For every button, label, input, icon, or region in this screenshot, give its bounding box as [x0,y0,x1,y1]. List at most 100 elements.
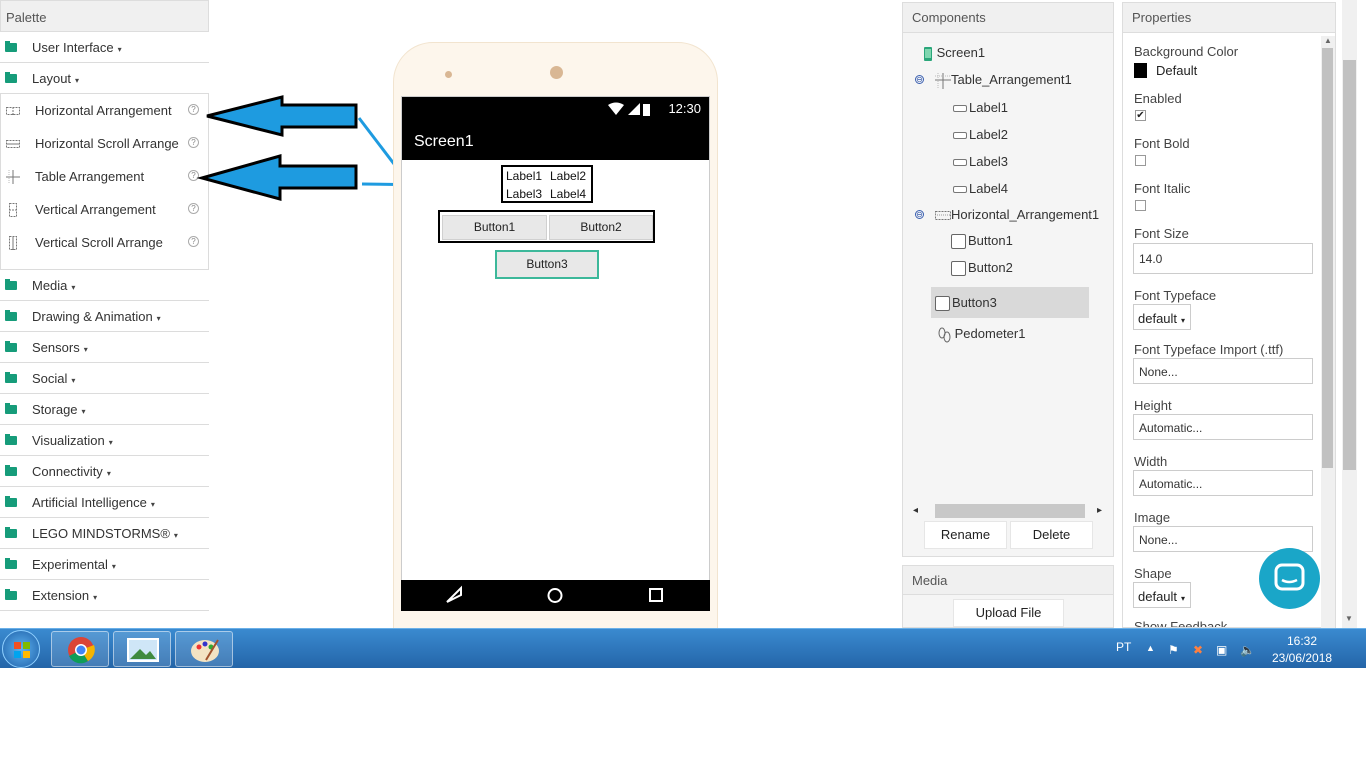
button-icon [935,296,950,312]
height-input[interactable]: Automatic... [1133,414,1313,440]
prop-width-label: Width [1134,454,1168,469]
tree-item-label3[interactable]: Label3 [953,154,1008,169]
color-swatch[interactable] [1134,63,1147,78]
media-title: Media [912,573,948,588]
label-icon [953,186,967,194]
delete-button[interactable]: Delete [1010,521,1093,549]
button-icon [951,261,966,277]
tree-label: Screen1 [936,45,986,60]
start-button[interactable] [2,630,40,668]
caret-down-icon: ▾ [1181,316,1186,325]
prop-font-bold-label: Font Bold [1134,136,1190,151]
tree-label: Pedometer1 [954,326,1026,341]
horizontal-arrangement-icon [935,208,951,224]
chrome-icon [68,637,95,664]
collapse-icon[interactable]: ⊖ [915,210,924,219]
font-bold-checkbox[interactable] [1135,155,1146,166]
prop-font-size-label: Font Size [1134,226,1189,241]
properties-vertical-scrollbar[interactable]: ▲ [1321,36,1335,628]
taskbar-image-viewer[interactable] [113,631,171,667]
prop-show-feedback-label: Show Feedback [1134,619,1228,628]
font-italic-checkbox[interactable] [1135,200,1146,211]
enabled-checkbox[interactable]: ✔ [1135,110,1146,121]
tree-item-pedometer1[interactable]: Pedometer1 [937,326,1025,343]
tree-item-screen1[interactable]: Screen1 [923,45,985,61]
chat-icon [1274,563,1305,591]
label-icon [953,105,967,113]
clock-time[interactable]: 16:32 [1287,634,1317,648]
mock-button[interactable]: Button2 [549,215,653,240]
language-indicator[interactable]: PT [1116,640,1131,654]
scroll-thumb[interactable] [935,504,1085,518]
prop-height-label: Height [1134,398,1172,413]
arrow-left-icon [206,95,358,137]
font-import-input[interactable]: None... [1133,358,1313,384]
width-input[interactable]: Automatic... [1133,470,1313,496]
network-icon[interactable]: ▣ [1216,643,1227,657]
back-icon[interactable] [446,585,462,603]
clock-date[interactable]: 23/06/2018 [1272,651,1332,665]
security-alert-icon[interactable]: ✖ [1193,643,1203,657]
tree-item-label1[interactable]: Label1 [953,100,1008,115]
home-icon[interactable] [547,588,563,603]
properties-title: Properties [1132,10,1192,25]
collapse-icon[interactable]: ⊖ [915,75,924,84]
tree-item-button3[interactable]: Button3 [935,295,997,312]
tree-label: Button3 [952,295,997,310]
scroll-up-icon[interactable]: ▲ [1324,36,1332,45]
rename-button[interactable]: Rename [924,521,1007,549]
table-arrangement-icon [935,72,951,89]
recents-icon[interactable] [649,588,663,602]
chat-bubble-button[interactable] [1259,548,1320,609]
scroll-right-icon[interactable]: ▸ [1097,505,1102,516]
caret-down-icon: ▾ [1181,594,1186,603]
screen-title: Screen1 [414,133,474,150]
tree-item-button1[interactable]: Button1 [951,233,1013,250]
prop-background-color-value[interactable]: Default [1156,63,1197,78]
scroll-down-icon[interactable]: ▼ [1345,614,1353,623]
tree-item-label2[interactable]: Label2 [953,127,1008,142]
windows-taskbar: PT ▲ ⚑ ✖ ▣ 🔈 16:32 23/06/2018 [0,628,1366,668]
tree-label: Button2 [968,260,1013,275]
tree-item-horizontal-arrangement1[interactable]: Horizontal_Arrangement1 [935,207,1099,224]
mock-label[interactable]: Label4 [550,187,586,201]
mock-horizontal-arrangement[interactable]: Button1 Button2 [438,210,655,243]
mock-label[interactable]: Label1 [506,169,542,183]
components-title: Components [912,10,986,25]
media-panel: Media Upload File [902,565,1114,628]
components-horizontal-scrollbar[interactable]: ◂ ▸ [913,504,1105,518]
tree-item-table-arrangement1[interactable]: Table_Arrangement1 [935,72,1072,89]
arrow-left-icon [196,154,358,201]
font-size-input[interactable]: 14.0 [1133,243,1313,274]
mock-table-arrangement[interactable]: Label1 Label2 Label3 Label4 [501,165,593,203]
phone-icon [924,46,932,61]
shape-select[interactable]: default ▾ [1133,582,1191,608]
tree-label: Label4 [969,181,1009,196]
properties-header: Properties [1123,3,1335,33]
footprint-icon [938,327,951,343]
volume-icon[interactable]: 🔈 [1240,643,1255,657]
taskbar-paint[interactable] [175,631,233,667]
tree-item-label4[interactable]: Label4 [953,181,1008,196]
action-center-icon[interactable]: ⚑ [1168,643,1179,657]
upload-file-button[interactable]: Upload File [953,599,1064,627]
page-vertical-scrollbar[interactable]: ▼ [1342,0,1357,628]
mock-button-selected[interactable]: Button3 [495,250,599,279]
prop-font-typeface-label: Font Typeface [1134,288,1217,303]
status-bar: 12:30 [402,97,709,121]
mock-label[interactable]: Label2 [550,169,586,183]
mock-button[interactable]: Button1 [442,215,547,240]
paint-palette-icon [191,639,219,662]
font-typeface-select[interactable]: default ▾ [1133,304,1191,330]
signal-icons [608,102,650,116]
windows-logo-icon [14,642,30,658]
scroll-left-icon[interactable]: ◂ [913,505,918,516]
tree-item-button2[interactable]: Button2 [951,260,1013,277]
show-hidden-icons-icon[interactable]: ▲ [1146,643,1155,653]
components-header: Components [903,3,1113,33]
android-nav-bar [401,580,710,611]
mock-label[interactable]: Label3 [506,187,542,201]
scroll-thumb[interactable] [1322,48,1333,468]
taskbar-chrome[interactable] [51,631,109,667]
scroll-thumb[interactable] [1343,60,1356,470]
